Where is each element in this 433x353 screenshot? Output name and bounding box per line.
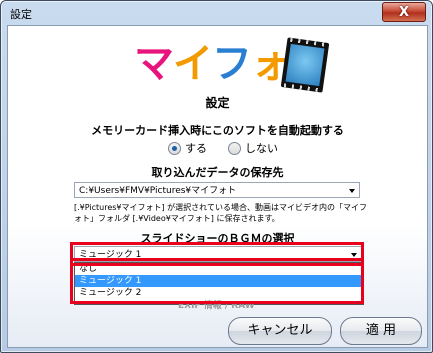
radio-autostart-yes[interactable]: する <box>168 140 207 156</box>
radio-unselected-icon <box>228 141 241 155</box>
close-icon: X <box>398 4 410 20</box>
myphoto-logo: マイフォト <box>134 36 330 96</box>
radio-selected-icon <box>168 141 181 155</box>
close-button[interactable]: X <box>382 2 426 22</box>
chevron-down-icon <box>349 189 355 193</box>
save-location-note: [.¥Pictures¥マイフォト] が選択されている場合、動画はマイビデオ内の… <box>74 203 367 223</box>
autostart-label: メモリーカード挿入時にこのソフトを自動起動する <box>91 124 344 137</box>
highlight-frame-list <box>70 258 364 304</box>
radio-autostart-no[interactable]: しない <box>228 140 278 156</box>
save-location-select[interactable]: C:¥Users¥FMV¥Pictures¥マイフォト <box>74 182 360 198</box>
film-photo-icon <box>280 37 330 93</box>
dialog-subtitle: 設定 <box>205 96 230 110</box>
cancel-button[interactable]: キャンセル <box>228 317 332 345</box>
apply-button[interactable]: 適 用 <box>340 317 422 345</box>
window-title: 設定 <box>10 8 32 21</box>
save-location-label: 取り込んだデータの保存先 <box>151 166 284 179</box>
title-bar: 設定 X <box>1 1 432 25</box>
